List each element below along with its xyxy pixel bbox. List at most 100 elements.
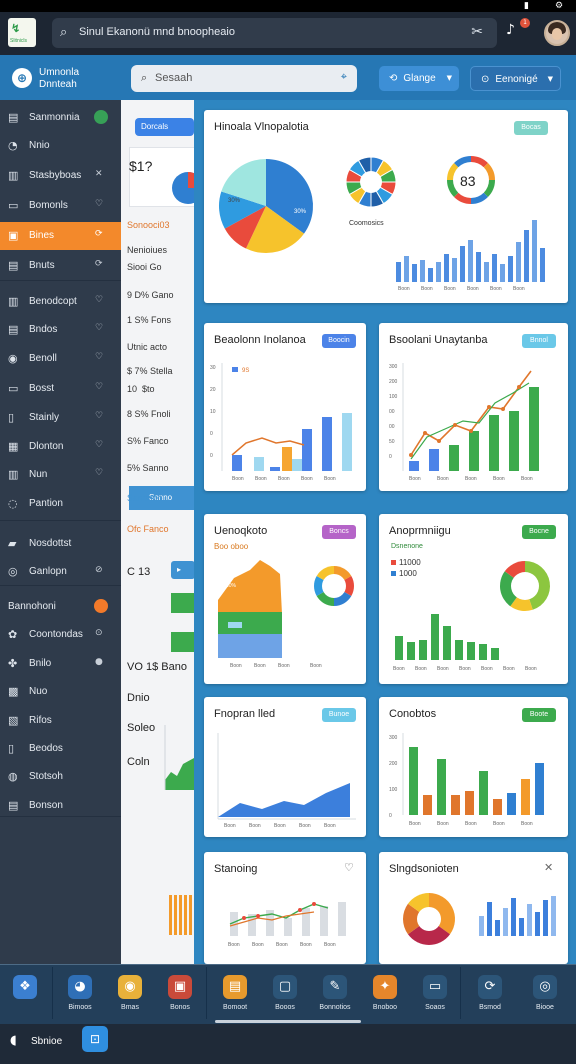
sidebar-item-10[interactable]: ▭ Bosst ♡ xyxy=(0,375,121,403)
sidebar-action-icon[interactable]: ♡ xyxy=(95,382,103,392)
taskbar-separator xyxy=(460,967,461,1019)
summary-row: S% Fanco xyxy=(127,436,169,446)
sidebar-item-label: Rifos xyxy=(29,715,52,726)
taskbar-item[interactable]: ✎ Bonnotios xyxy=(310,969,360,1019)
sidebar-item-9[interactable]: ◉ Benoll ♡ xyxy=(0,345,121,373)
sidebar-item-5[interactable]: ▣ Bines ⟳ xyxy=(0,222,121,250)
app-logo[interactable]: ↯ Slitnicls xyxy=(8,18,36,47)
taskbar-item[interactable]: ▤ Bomoot xyxy=(210,969,260,1019)
taskbar-item[interactable]: ▭ Soaos xyxy=(410,969,460,1019)
sidebar-item-3[interactable]: ▥ Stasbyboas ✕ xyxy=(0,162,121,190)
sidebar-item-8[interactable]: ▤ Bndos ♡ xyxy=(0,316,121,344)
bar xyxy=(429,449,439,471)
point xyxy=(312,902,316,906)
app-icon: ◉ xyxy=(118,975,142,999)
sidebar-item-18[interactable]: ✿ Coontondas ⊙ xyxy=(0,621,121,649)
sidebar-icon: ◌ xyxy=(8,497,18,510)
summary-row: Coln xyxy=(127,756,150,768)
brand-icon[interactable]: ⊕ xyxy=(12,68,32,88)
sidebar-action-button[interactable]: ⊡ xyxy=(82,1026,108,1052)
taskbar-item[interactable]: ◎ Biooe xyxy=(520,969,570,1019)
sidebar-item-20[interactable]: ▩ Nuo xyxy=(0,678,121,706)
bar xyxy=(320,906,328,936)
sidebar-item-11[interactable]: ▯ Stainly ♡ xyxy=(0,404,121,432)
app-icon: ▭ xyxy=(423,975,447,999)
sidebar: ◖ Sbnioe ⊡ ▤ Sanmonnia ◔ Nnio ▥ Stasbyboas ✕ ▭ B… xyxy=(0,100,121,1052)
area-blue xyxy=(218,634,282,658)
sidebar-action-icon[interactable]: ⟳ xyxy=(95,229,103,239)
tick-label: Boon xyxy=(301,476,313,482)
pie-label: 30% xyxy=(294,209,307,215)
avatar[interactable] xyxy=(544,20,570,46)
tick-label: Boon xyxy=(324,476,336,482)
sidebar-action-icon[interactable]: ♡ xyxy=(95,352,103,362)
notification-button[interactable]: ♪ 1 xyxy=(506,18,530,44)
sidebar-item-1[interactable]: ▤ Sanmonnia xyxy=(0,104,121,132)
taskbar-item[interactable]: ▣ Bonos xyxy=(155,969,205,1019)
sidebar-action-icon[interactable]: ♡ xyxy=(95,323,103,333)
sidebar-item-label: Bonson xyxy=(29,800,63,811)
tick-label: Boon xyxy=(255,476,267,482)
taskbar-label: Soaos xyxy=(425,1004,445,1011)
account-button[interactable]: ⊙ Eenonigé ▼ xyxy=(470,66,561,91)
taskbar-item[interactable]: ⟳ Bsmod xyxy=(465,969,515,1019)
summary-row: 5% Sanno xyxy=(127,463,169,473)
app-icon: ⟳ xyxy=(478,975,502,999)
sidebar-item-14[interactable]: ◌ Pantion xyxy=(0,490,121,518)
bar xyxy=(492,254,497,282)
sidebar-item-22[interactable]: ▯ Beodos xyxy=(0,735,121,763)
taskbar-item[interactable]: ▢ Booos xyxy=(260,969,310,1019)
tick-label: Boon xyxy=(276,942,288,948)
sidebar-action-icon[interactable]: ⊙ xyxy=(95,628,103,638)
sidebar-item-15[interactable]: ▰ Nosdottst xyxy=(0,530,121,558)
filter-icon[interactable]: ⌖ xyxy=(341,70,347,84)
global-search-input[interactable]: ⌕ Sinul Ekanonü mnd bnoopheaio ✂ xyxy=(52,18,497,48)
sidebar-action-icon[interactable]: ⊘ xyxy=(95,565,103,575)
sidebar-item-16[interactable]: ◎ Ganlopn ⊘ xyxy=(0,558,121,586)
sidebar-icon: ▤ xyxy=(8,799,19,812)
sidebar-item-23[interactable]: ◍ Stotsoh xyxy=(0,763,121,791)
point xyxy=(256,914,260,918)
bar xyxy=(532,220,537,282)
sidebar-item-21[interactable]: ▧ Rifos xyxy=(0,707,121,735)
glange-label: Glange xyxy=(403,73,436,84)
sidebar-item-2[interactable]: ◔ Nnio xyxy=(0,132,121,160)
tick-label: 00 xyxy=(389,424,395,430)
sidebar-item-7[interactable]: ▥ Benodcopt ♡ xyxy=(0,288,121,316)
sidebar-action-icon[interactable]: ♡ xyxy=(95,411,103,421)
sidebar-icon: ▧ xyxy=(8,714,19,727)
sidebar-action-icon[interactable]: ♡ xyxy=(95,295,103,305)
sidebar-action-icon[interactable]: ● xyxy=(95,657,103,667)
bar xyxy=(508,256,513,282)
settings-icon[interactable]: ⚙ xyxy=(555,1,563,11)
sidebar-action-icon[interactable]: ♡ xyxy=(95,468,103,478)
taskbar-item[interactable]: ❖ xyxy=(0,969,50,1019)
sidebar-item-12[interactable]: ▦ Dlonton ♡ xyxy=(0,433,121,461)
sidebar-item-label: Pantion xyxy=(29,498,63,509)
left-summary-panel: Dorcals $1? Sonno ▸ Sonooci03 Nenioiues Si… xyxy=(121,100,194,964)
sidebar-icon: ✤ xyxy=(8,657,18,670)
sidebar-item-6[interactable]: ▤ Bnuts ⟳ xyxy=(0,252,121,280)
sidebar-item-4[interactable]: ▭ Bomonls ♡ xyxy=(0,192,121,220)
tick-label: Boon xyxy=(254,663,266,669)
sidebar-item-17[interactable]: Bannohoni xyxy=(0,593,121,621)
taskbar-item[interactable]: ◕ Bimoos xyxy=(55,969,105,1019)
sidebar-action-icon[interactable]: ⟳ xyxy=(95,259,103,269)
taskbar-label: Bonnotios xyxy=(319,1004,351,1011)
sidebar-action-icon[interactable]: ♡ xyxy=(95,199,103,209)
bar xyxy=(423,795,432,815)
sidebar-action-icon[interactable]: ✕ xyxy=(95,169,103,179)
sidebar-item-19[interactable]: ✤ Bnilo ● xyxy=(0,650,121,678)
tick-label: Boon xyxy=(299,823,311,829)
sidebar-action-icon[interactable]: ♡ xyxy=(95,440,103,450)
taskbar-item[interactable]: ◉ Bmas xyxy=(105,969,155,1019)
search-input[interactable]: ⌕ Sesaah ⌖ xyxy=(131,65,357,92)
sidebar-icon: ◔ xyxy=(8,139,18,152)
bar xyxy=(412,264,417,282)
sidebar-footer[interactable]: ◖ Sbnioe ⊡ xyxy=(0,1022,121,1064)
home-indicator[interactable] xyxy=(215,1020,361,1023)
taskbar-item[interactable]: ✦ Bnoboo xyxy=(360,969,410,1019)
tools-icon[interactable]: ✂ xyxy=(471,24,483,40)
sidebar-item-13[interactable]: ▥ Nun ♡ xyxy=(0,461,121,489)
glange-button[interactable]: ⟲ Glange ▼ xyxy=(379,66,459,91)
